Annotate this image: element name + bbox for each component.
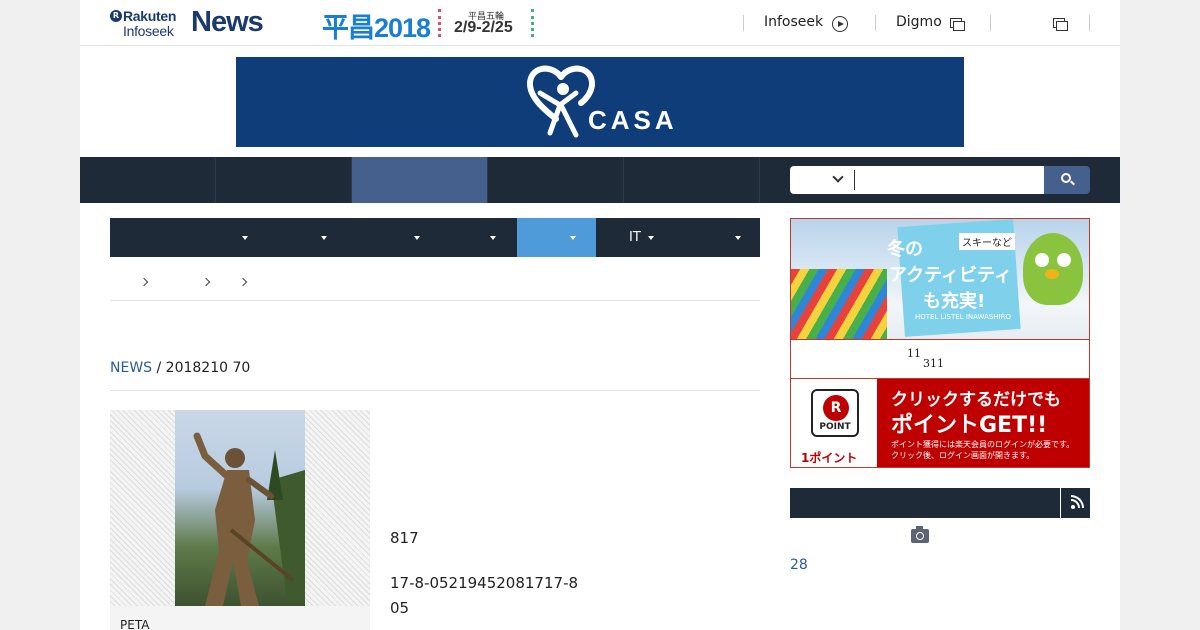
- global-nav-tab[interactable]: [624, 157, 760, 203]
- ad-tag: スキーなど: [959, 233, 1015, 250]
- mascot-eye: [1035, 253, 1049, 267]
- caret-down-icon: [735, 236, 741, 240]
- pyeongchang-title: 平昌2018: [322, 13, 431, 43]
- photo-caption: PETA: [120, 618, 150, 630]
- logo-news: News: [191, 6, 264, 38]
- rakuten-r-icon: R: [110, 10, 122, 22]
- global-nav-tab[interactable]: [216, 157, 352, 203]
- category-item[interactable]: [110, 218, 260, 257]
- point-ad-fineprint-line2: クリック後、ログイン画面が開きます。: [891, 451, 1035, 460]
- header-divider: [875, 15, 876, 31]
- caret-down-icon: [414, 236, 420, 240]
- search-field: [790, 166, 1044, 194]
- search-button[interactable]: [1044, 166, 1090, 194]
- search-input[interactable]: [854, 170, 1034, 190]
- mascot-eye: [1057, 253, 1071, 267]
- article-figure: PETA: [110, 410, 370, 630]
- infoseek-link[interactable]: Infoseek: [764, 14, 874, 34]
- point-notice: 11 311: [790, 339, 1090, 379]
- infoseek-link-label: Infoseek: [764, 14, 824, 30]
- chevron-right-icon: [238, 277, 248, 287]
- ad-heading-line2: アクティビティ: [889, 265, 1012, 286]
- ad-heading-line3: も充実!: [923, 291, 986, 312]
- category-item[interactable]: IT: [596, 218, 666, 257]
- ad-hotel-name: HOTEL LISTEL INAWASHIRO: [915, 313, 1012, 321]
- header-divider: [990, 15, 991, 31]
- ad-heading-line1: 冬の: [887, 239, 923, 260]
- caret-down-icon: [490, 236, 496, 240]
- category-item[interactable]: [432, 218, 517, 257]
- global-nav: [80, 157, 1120, 203]
- ranking-header: [790, 488, 1090, 518]
- article-paragraph: 817: [390, 529, 419, 547]
- tube-slide-graphic: [791, 269, 887, 339]
- search-icon-handle: [1070, 180, 1075, 186]
- rakuten-point-icon: R POINT: [811, 389, 859, 437]
- pyeongchang-dates: 2/9-2/25: [454, 19, 513, 36]
- header-divider: [743, 15, 744, 31]
- statue-photo[interactable]: [175, 410, 305, 606]
- one-point-label: 1ポイント: [801, 451, 858, 465]
- caret-down-icon: [570, 236, 576, 240]
- statue-illustration: [193, 432, 305, 606]
- logo-line-infoseek: Infoseek: [123, 23, 174, 39]
- digmo-link-label: Digmo: [896, 14, 942, 30]
- digmo-link[interactable]: Digmo: [896, 14, 976, 34]
- rss-icon[interactable]: [1060, 488, 1090, 518]
- top-header: R Rakuten Infoseek News 平昌2018 平昌五輪 2/9-…: [80, 0, 1120, 46]
- point-ad-fineprint: ポイント獲得には楽天会員のログインが必要です。 クリック後、ログイン画面が開きま…: [891, 439, 1074, 461]
- global-nav-tab[interactable]: [488, 157, 624, 203]
- external-link[interactable]: [1050, 14, 1074, 34]
- mascot-beak: [1045, 269, 1059, 279]
- new-window-icon: [950, 18, 965, 31]
- category-item-label: IT: [629, 230, 641, 245]
- circle-arrow-icon: [832, 16, 848, 32]
- camera-icon: [911, 526, 929, 543]
- caret-down-icon: [321, 236, 327, 240]
- rss-arc: [1071, 495, 1084, 508]
- point-ad-headline2: ポイントGET!!: [891, 413, 1048, 438]
- category-nav: IT: [110, 218, 760, 257]
- category-item[interactable]: [666, 218, 760, 257]
- casa-ad-banner[interactable]: CASA: [236, 57, 964, 147]
- point-notice-a: 11: [907, 347, 921, 360]
- point-ad-fineprint-line1: ポイント獲得には楽天会員のログインが必要です。: [891, 440, 1075, 449]
- chevron-down-icon[interactable]: [832, 171, 844, 183]
- pyeongchang-banner[interactable]: 平昌2018 平昌五輪 2/9-2/25: [322, 6, 538, 43]
- article-source-link[interactable]: NEWS: [110, 360, 152, 376]
- global-nav-tab[interactable]: [80, 157, 216, 203]
- article-paragraph: 17-8-05219452081717-8: [390, 574, 579, 592]
- rakuten-point-ad[interactable]: R POINT 1ポイント クリックするだけでも ポイントGET!! ポイント獲…: [790, 378, 1090, 468]
- category-item[interactable]: [338, 218, 432, 257]
- rakuten-point-letter: R: [823, 395, 849, 421]
- caret-down-icon: [242, 236, 248, 240]
- point-ad-message: クリックするだけでも ポイントGET!! ポイント獲得には楽天会員のログインが必…: [877, 379, 1089, 467]
- search-box: [790, 166, 1090, 194]
- ranking-item-value[interactable]: 28: [790, 557, 808, 573]
- category-item-active[interactable]: [517, 218, 596, 257]
- point-notice-b: 311: [923, 357, 944, 370]
- article-paragraph: 05: [390, 599, 410, 617]
- category-item[interactable]: [260, 218, 338, 257]
- breadcrumb: [110, 270, 760, 301]
- article-meta: NEWS / 2018210 70: [110, 360, 760, 391]
- global-nav-tab-active[interactable]: [352, 157, 488, 203]
- article-date-views: / 2018210 70: [152, 360, 251, 376]
- casa-brand-text: CASA: [588, 105, 678, 135]
- new-window-icon: [1053, 18, 1068, 31]
- caret-down-icon: [648, 236, 654, 240]
- hotel-listel-ad[interactable]: 冬の スキーなど アクティビティ も充実! HOTEL LISTEL INAWA…: [790, 218, 1090, 340]
- chevron-right-icon: [139, 277, 149, 287]
- mascot-bird-icon: [1023, 233, 1083, 305]
- point-badge-area: R POINT 1ポイント: [791, 379, 877, 467]
- logo-line-rakuten: Rakuten: [123, 8, 177, 24]
- rakuten-point-label: POINT: [819, 422, 851, 432]
- rakuten-infoseek-news-logo[interactable]: R Rakuten Infoseek News: [110, 6, 264, 40]
- chevron-right-icon: [201, 277, 211, 287]
- header-divider: [1089, 15, 1090, 31]
- casa-heart-logo: [527, 65, 595, 138]
- page: R Rakuten Infoseek News 平昌2018 平昌五輪 2/9-…: [80, 0, 1120, 630]
